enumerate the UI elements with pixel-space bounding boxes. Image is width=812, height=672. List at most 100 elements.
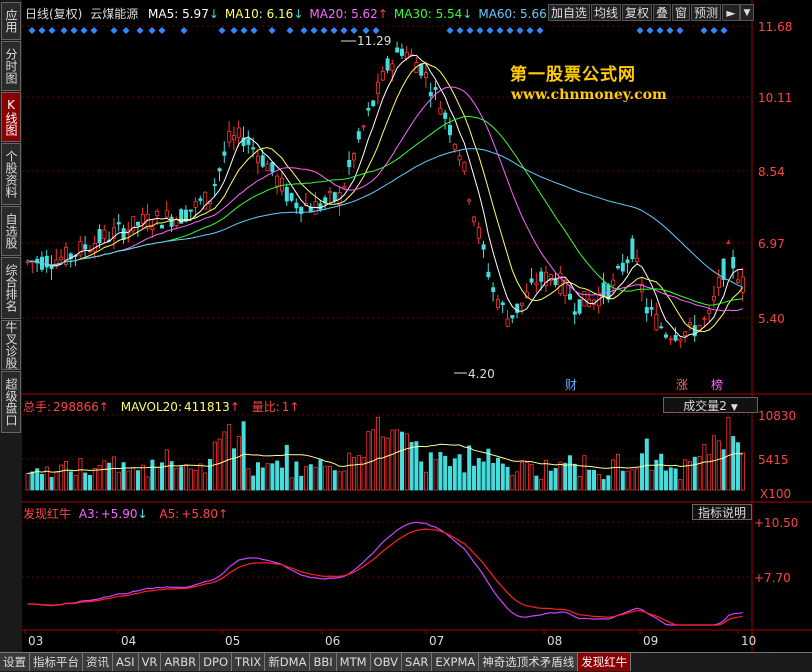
candle-body[interactable] (260, 155, 265, 167)
volume-bar[interactable] (692, 456, 697, 491)
volume-bar[interactable] (188, 468, 193, 491)
volume-bar[interactable] (716, 440, 721, 491)
volume-bar[interactable] (92, 467, 97, 491)
window-button[interactable]: 窗 (672, 4, 691, 21)
candle-body[interactable] (97, 229, 102, 244)
volume-bar[interactable] (443, 455, 448, 491)
candle-body[interactable] (251, 147, 256, 150)
candle-body[interactable] (265, 163, 270, 172)
candle-body[interactable] (620, 262, 625, 272)
candle-body[interactable] (471, 216, 476, 222)
candle-body[interactable] (452, 143, 457, 150)
candle-body[interactable] (486, 271, 491, 278)
volume-bar[interactable] (327, 466, 332, 491)
candle-body[interactable] (356, 131, 361, 140)
volume-bar[interactable] (112, 456, 117, 491)
volume-bar[interactable] (712, 435, 717, 491)
candle-body[interactable] (539, 271, 544, 282)
candle-body[interactable] (476, 227, 481, 239)
candle-body[interactable] (500, 302, 505, 306)
candle-body[interactable] (649, 307, 654, 310)
candle-body[interactable] (481, 244, 486, 250)
volume-bar[interactable] (380, 436, 385, 491)
volume-bar[interactable] (500, 463, 505, 491)
volume-bar[interactable] (78, 458, 83, 491)
volume-bar[interactable] (68, 471, 73, 491)
candle-body[interactable] (428, 92, 433, 97)
candle-body[interactable] (654, 313, 659, 331)
volume-bar[interactable] (529, 464, 534, 491)
volume-bar[interactable] (73, 475, 78, 491)
volume-bar[interactable] (611, 459, 616, 491)
candle-body[interactable] (399, 48, 404, 56)
candle-body[interactable] (375, 81, 380, 95)
volume-bar[interactable] (303, 466, 308, 491)
volume-bar[interactable] (308, 464, 313, 491)
candle-body[interactable] (721, 258, 726, 280)
volume-bar[interactable] (289, 477, 294, 491)
volume-bar[interactable] (179, 466, 184, 491)
volume-bar[interactable] (236, 436, 241, 491)
volume-bar[interactable] (39, 473, 44, 491)
candle-body[interactable] (332, 192, 337, 202)
volume-bar[interactable] (241, 421, 246, 491)
candle-body[interactable] (169, 216, 174, 227)
volume-bar[interactable] (313, 466, 318, 491)
volume-bar[interactable] (707, 454, 712, 491)
volume-bar[interactable] (270, 463, 275, 491)
candle-body[interactable] (664, 334, 669, 338)
candle-body[interactable] (318, 203, 323, 210)
left-tab-0[interactable]: 应用 (1, 2, 21, 40)
candle-body[interactable] (423, 72, 428, 79)
volume-bar[interactable] (323, 465, 328, 491)
volume-bar[interactable] (471, 465, 476, 491)
volume-bar[interactable] (697, 456, 702, 491)
candle-body[interactable] (44, 255, 49, 268)
volume-bar[interactable] (683, 459, 688, 491)
indicator-tab-10[interactable]: MTM (336, 653, 371, 671)
volume-bar[interactable] (519, 462, 524, 491)
candle-body[interactable] (136, 221, 141, 226)
candle-body[interactable] (294, 202, 299, 209)
candle-body[interactable] (716, 277, 721, 289)
candle-body[interactable] (447, 124, 452, 136)
candle-body[interactable] (659, 326, 664, 329)
indicator-tab-4[interactable]: VR (138, 653, 162, 671)
volume-bar[interactable] (183, 464, 188, 491)
candle-body[interactable] (510, 315, 515, 319)
indicator-tab-9[interactable]: BBI (310, 653, 337, 671)
candle-body[interactable] (495, 299, 500, 309)
candle-body[interactable] (419, 64, 424, 76)
indicator-tab-13[interactable]: EXPMA (432, 653, 480, 671)
indicator-tab-11[interactable]: OBV (370, 653, 402, 671)
candle-body[interactable] (361, 125, 366, 128)
add-watchlist-button[interactable]: 加自选 (548, 4, 591, 21)
volume-bar[interactable] (447, 466, 452, 491)
candle-body[interactable] (635, 257, 640, 262)
volume-bar[interactable] (467, 445, 472, 491)
candle-body[interactable] (611, 279, 616, 286)
candle-body[interactable] (342, 185, 347, 189)
volume-bar[interactable] (486, 448, 491, 491)
candle-body[interactable] (255, 155, 260, 164)
volume-bar[interactable] (673, 468, 678, 491)
volume-bar[interactable] (227, 423, 232, 491)
volume-bar[interactable] (395, 429, 400, 491)
volume-bar[interactable] (726, 416, 731, 491)
volume-bar[interactable] (265, 463, 270, 491)
candle-body[interactable] (59, 256, 64, 261)
volume-bar[interactable] (640, 453, 645, 491)
volume-bar[interactable] (572, 463, 577, 491)
left-tab-2[interactable]: K线图 (1, 92, 21, 142)
volume-bar[interactable] (510, 474, 515, 491)
volume-bar[interactable] (736, 442, 741, 491)
volume-bar[interactable] (246, 468, 251, 491)
volume-bar[interactable] (582, 455, 587, 491)
candle-body[interactable] (740, 276, 745, 293)
volume-bar[interactable] (544, 459, 549, 491)
volume-bar[interactable] (659, 453, 664, 491)
volume-bar[interactable] (294, 461, 299, 491)
candle-body[interactable] (505, 318, 510, 327)
volume-bar[interactable] (116, 471, 121, 491)
volume-bar[interactable] (279, 467, 284, 491)
